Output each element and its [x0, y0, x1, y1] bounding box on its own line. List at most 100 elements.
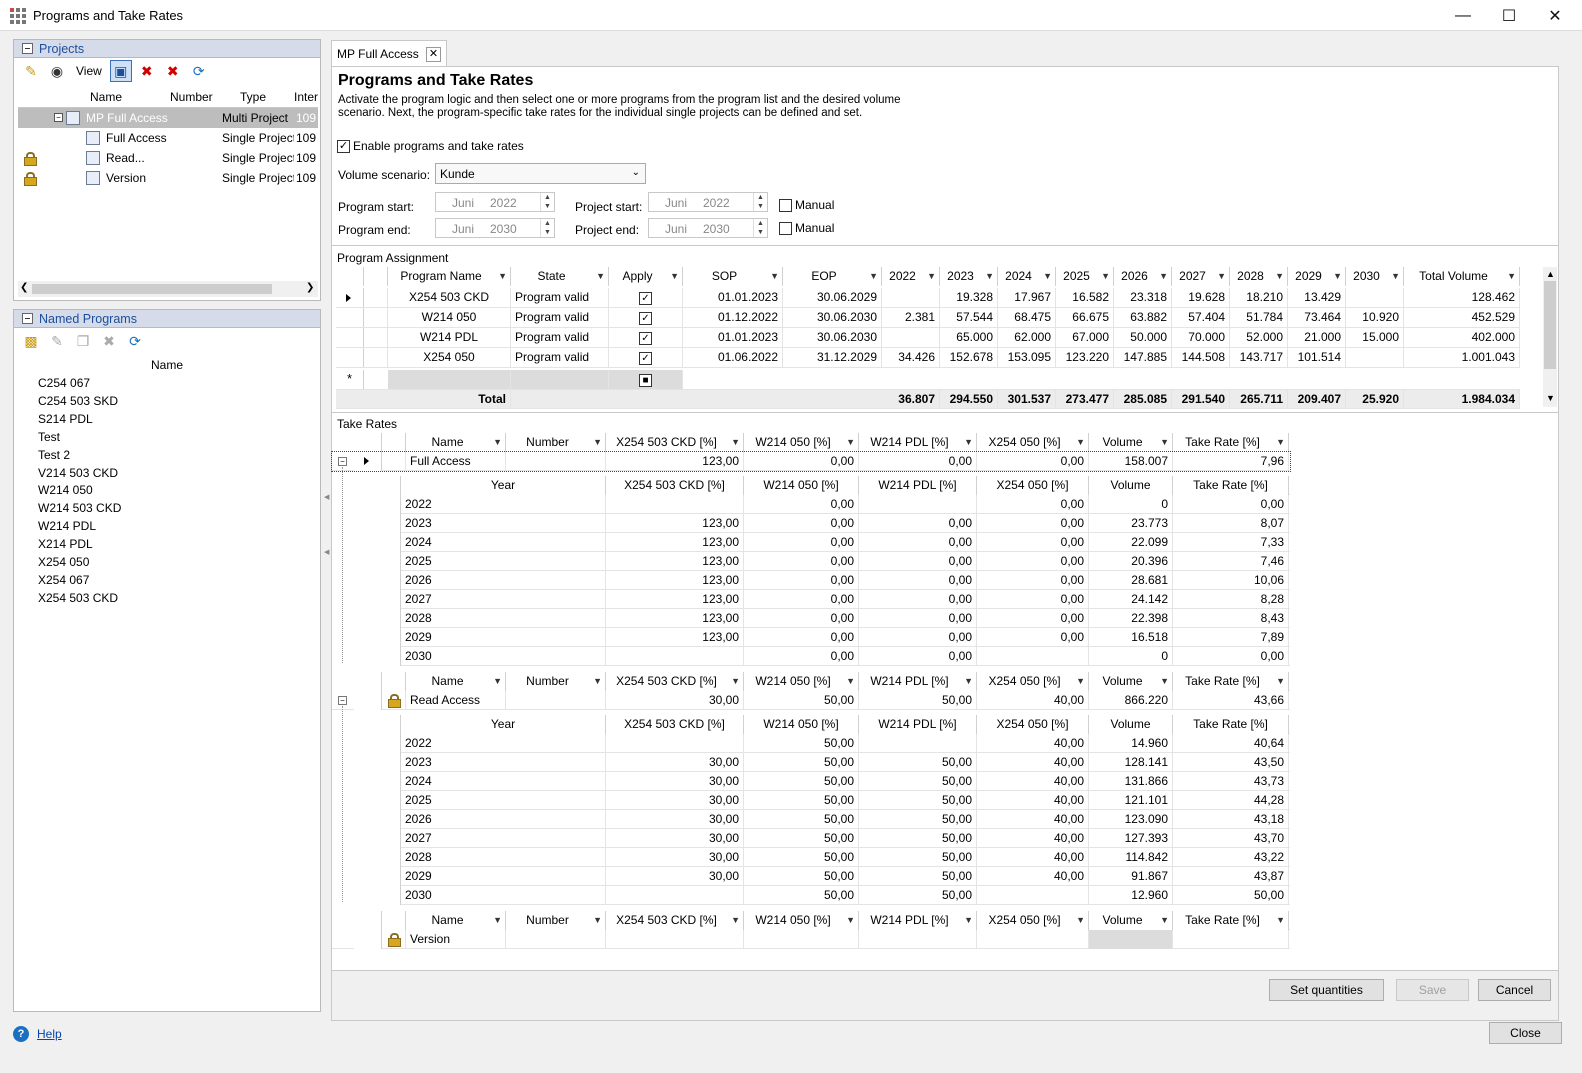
row-indicator[interactable]: [354, 452, 382, 471]
cell[interactable]: 50,00: [859, 691, 977, 710]
splitter[interactable]: ◀ ◀: [324, 470, 329, 580]
scroll-up-icon[interactable]: ▲: [1546, 269, 1555, 279]
named-programs-col-name[interactable]: Name: [14, 358, 320, 372]
row-indicator[interactable]: [372, 772, 401, 791]
column-header[interactable]: 2030 ▼: [1346, 267, 1404, 286]
year-row[interactable]: 2028 30,00 50,00 50,00 40,00 114.842 43,22: [372, 848, 1290, 867]
named-program-item[interactable]: X254 050: [38, 555, 89, 569]
cell[interactable]: 123,00: [606, 452, 744, 471]
apply-checkbox-cell[interactable]: ✓: [609, 308, 683, 327]
column-header[interactable]: W214 PDL [%] ▼: [859, 672, 977, 691]
filter-icon[interactable]: ▼: [493, 672, 502, 690]
cell[interactable]: [606, 734, 744, 753]
column-header[interactable]: W214 PDL [%] ▼: [859, 911, 977, 930]
cell[interactable]: 123,00: [606, 609, 744, 628]
filter-icon[interactable]: ▼: [1076, 433, 1085, 451]
cell[interactable]: 0,00: [859, 571, 977, 590]
cell[interactable]: 123,00: [606, 571, 744, 590]
column-header[interactable]: 2026 ▼: [1114, 267, 1172, 286]
column-header[interactable]: X254 503 CKD [%]: [606, 715, 744, 734]
filter-icon[interactable]: ▼: [1076, 911, 1085, 929]
vertical-scrollbar[interactable]: ▲ ▼: [1543, 267, 1557, 407]
cell[interactable]: 30,00: [606, 867, 744, 886]
cell[interactable]: W214 050: [388, 308, 511, 327]
collapse-icon[interactable]: [22, 313, 33, 324]
cell[interactable]: 40,00: [977, 810, 1089, 829]
help-link[interactable]: Help: [37, 1027, 62, 1041]
cell[interactable]: 40,00: [977, 753, 1089, 772]
column-header[interactable]: Program Name ▼: [388, 267, 511, 286]
row-indicator[interactable]: [372, 734, 401, 753]
cell[interactable]: 30,00: [606, 848, 744, 867]
refresh-icon[interactable]: ⟳: [124, 330, 146, 352]
table-row[interactable]: X254 503 CKD Program valid ✓ 01.01.2023 30.0…: [336, 288, 1520, 308]
column-header[interactable]: W214 PDL [%]: [859, 715, 977, 734]
cell[interactable]: [606, 930, 744, 949]
horizontal-scrollbar[interactable]: ❮ ❯: [18, 281, 318, 297]
copy-icon[interactable]: ❐: [72, 330, 94, 352]
year-row[interactable]: 2030 0,00 0,00 0 0,00: [372, 647, 1290, 666]
filter-icon[interactable]: ▼: [1507, 267, 1516, 285]
filter-icon[interactable]: ▼: [1276, 911, 1285, 929]
column-header[interactable]: Name ▼: [406, 911, 506, 930]
cell[interactable]: 0,00: [977, 514, 1089, 533]
apply-checkbox-indeterminate[interactable]: ■: [639, 374, 652, 388]
row-indicator[interactable]: [372, 628, 401, 647]
year-row[interactable]: 2025 123,00 0,00 0,00 0,00 20.396 7,46: [372, 552, 1290, 571]
scrollbar-thumb[interactable]: [32, 284, 272, 294]
cell[interactable]: [977, 647, 1089, 666]
row-indicator[interactable]: [354, 930, 382, 949]
cell[interactable]: 50,00: [744, 791, 859, 810]
cell[interactable]: 0,00: [977, 571, 1089, 590]
cell[interactable]: 30,00: [606, 691, 744, 710]
filter-icon[interactable]: ▼: [731, 672, 740, 690]
year-row[interactable]: 2026 30,00 50,00 50,00 40,00 123.090 43,18: [372, 810, 1290, 829]
cell[interactable]: 0,00: [859, 514, 977, 533]
project-row[interactable]: Full Access Single Project 109: [18, 128, 318, 148]
filter-icon[interactable]: ▼: [846, 433, 855, 451]
new-row-state[interactable]: [511, 370, 609, 389]
cell[interactable]: 30,00: [606, 829, 744, 848]
col-inter[interactable]: Inter: [294, 90, 318, 104]
filter-icon[interactable]: ▼: [1217, 267, 1226, 285]
column-header[interactable]: X254 050 [%]: [977, 715, 1089, 734]
table-row[interactable]: W214 050 Program valid ✓ 01.12.2022 30.06.20…: [336, 308, 1520, 328]
year-row[interactable]: 2023 30,00 50,00 50,00 40,00 128.141 43,50: [372, 753, 1290, 772]
col-name[interactable]: Name: [90, 90, 122, 104]
cell[interactable]: 50,00: [859, 810, 977, 829]
collapse-tree-icon[interactable]: −: [54, 113, 63, 122]
column-header[interactable]: Name ▼: [406, 672, 506, 691]
project-end-input[interactable]: Juni 2030 ▲ ▼: [648, 218, 768, 238]
column-header[interactable]: Apply ▼: [609, 267, 683, 286]
apply-checkbox[interactable]: ✓: [639, 312, 652, 326]
collapse-tree-icon[interactable]: −: [338, 457, 347, 466]
named-program-item[interactable]: C254 067: [38, 376, 90, 390]
column-header[interactable]: X254 050 [%] ▼: [977, 672, 1089, 691]
filter-icon[interactable]: ▼: [1391, 267, 1400, 285]
cell[interactable]: 0,00: [859, 590, 977, 609]
filter-icon[interactable]: ▼: [1160, 433, 1169, 451]
refresh-icon[interactable]: ⟳: [188, 60, 210, 82]
take-rate-group-row[interactable]: Version: [332, 930, 1290, 949]
year-row[interactable]: 2030 50,00 50,00 12.960 50,00: [372, 886, 1290, 905]
group-name[interactable]: Full Access: [406, 452, 506, 471]
cell[interactable]: 0,00: [744, 571, 859, 590]
column-header[interactable]: Number ▼: [506, 672, 606, 691]
cell[interactable]: 0,00: [977, 552, 1089, 571]
cell[interactable]: 50,00: [859, 829, 977, 848]
named-program-item[interactable]: C254 503 SKD: [38, 394, 118, 408]
maximize-icon[interactable]: ☐: [1486, 0, 1532, 31]
collapse-icon[interactable]: [22, 43, 33, 54]
filter-icon[interactable]: ▼: [1333, 267, 1342, 285]
filter-icon[interactable]: ▼: [670, 267, 679, 285]
column-header[interactable]: Name ▼: [406, 433, 506, 452]
column-header[interactable]: W214 PDL [%] ▼: [859, 433, 977, 452]
filter-icon[interactable]: ▼: [1159, 267, 1168, 285]
program-start-input[interactable]: Juni 2022 ▲ ▼: [435, 192, 555, 212]
column-header[interactable]: W214 050 [%]: [744, 715, 859, 734]
named-program-item[interactable]: W214 503 CKD: [38, 501, 121, 515]
tab-mp-full-access[interactable]: MP Full Access ✕: [331, 40, 447, 67]
cell[interactable]: 0,00: [977, 590, 1089, 609]
cell[interactable]: 50,00: [744, 848, 859, 867]
filter-icon[interactable]: ▼: [770, 267, 779, 285]
